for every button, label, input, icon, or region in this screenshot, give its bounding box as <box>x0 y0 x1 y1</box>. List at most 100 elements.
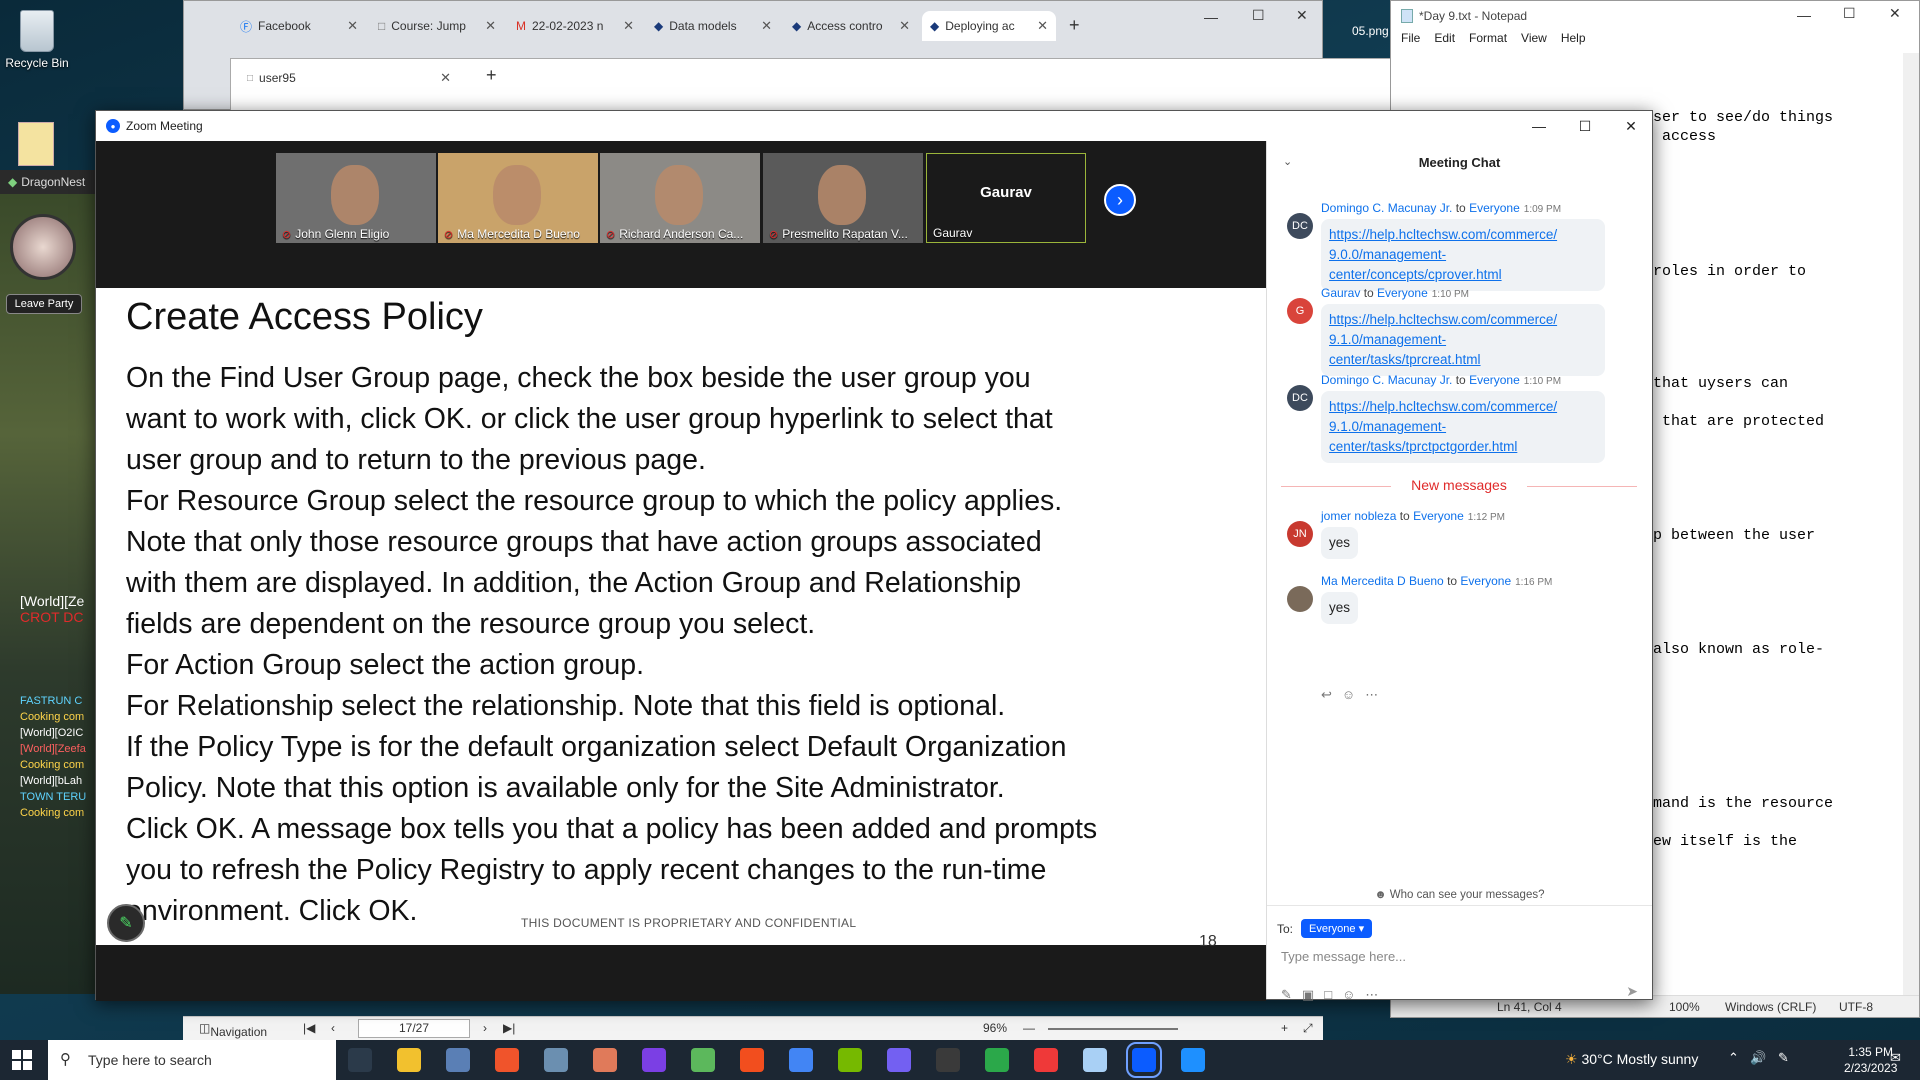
message-link[interactable]: https://help.hcltechsw.com/commerce/9.0.… <box>1329 227 1557 282</box>
zoom-maximize-button[interactable]: ☐ <box>1562 111 1608 141</box>
browser-maximize-button[interactable]: ☐ <box>1252 7 1265 24</box>
zoom-close-button[interactable]: ✕ <box>1608 111 1654 141</box>
browser-minimize-button[interactable]: — <box>1204 9 1218 25</box>
participant-video[interactable]: ⊘ Richard Anderson Ca... <box>600 153 760 243</box>
close-icon[interactable]: ✕ <box>347 18 358 34</box>
zoom-in-icon[interactable]: + <box>1281 1021 1288 1035</box>
last-page-icon[interactable]: ▶| <box>503 1021 515 1035</box>
page-number-field[interactable]: 17/27 <box>358 1019 470 1038</box>
photos-icon[interactable] <box>1181 1048 1205 1072</box>
participant-video[interactable]: ⊘ Presmelito Rapatan V... <box>763 153 923 243</box>
app-icon[interactable] <box>1083 1048 1107 1072</box>
intellij-icon[interactable] <box>642 1048 666 1072</box>
browser-tab[interactable]: ◆ Deploying ac ✕ <box>922 11 1056 41</box>
start-button[interactable] <box>12 1050 32 1070</box>
file-explorer-icon[interactable] <box>397 1048 421 1072</box>
annotate-button[interactable]: ✎ <box>107 904 145 942</box>
chat-message-input[interactable]: Type message here... <box>1281 949 1406 964</box>
zoom-meeting-window[interactable]: ● Zoom Meeting — ☐ ✕ › ⊘ John Glenn Eligi… <box>95 110 1654 1003</box>
screenshot-icon[interactable]: ▣ <box>1302 987 1314 1003</box>
notepad-menu-item[interactable]: Help <box>1561 31 1586 51</box>
notepad-minimize-button[interactable]: — <box>1797 7 1811 23</box>
game-window[interactable]: Leave Party [World][Ze CROT DC FASTRUN C Co… <box>0 194 95 994</box>
figma-icon[interactable] <box>740 1048 764 1072</box>
notifications-icon[interactable]: ✉ <box>1890 1050 1901 1066</box>
participant-video[interactable]: ⊘ John Glenn Eligio <box>276 153 436 243</box>
second-browser-window[interactable]: □ user95 ✕ + <box>230 58 1475 118</box>
browser-tab[interactable]: M 22-02-2023 n ✕ <box>508 11 642 41</box>
message-time: 1:16 PM <box>1515 577 1553 588</box>
reply-icon[interactable]: ↩ <box>1321 687 1332 703</box>
new-tab-button-2[interactable]: + <box>486 65 497 86</box>
notepad-scrollbar[interactable] <box>1903 53 1919 997</box>
task-view-icon[interactable] <box>348 1048 372 1072</box>
diamond-icon: ◆ <box>792 19 802 33</box>
browser-tab[interactable]: Ⓕ Facebook ✕ <box>232 11 366 41</box>
participant-video[interactable]: Gaurav Gaurav <box>926 153 1086 243</box>
close-icon[interactable]: ✕ <box>899 18 910 34</box>
browser-tab[interactable]: □ Course: Jump ✕ <box>370 11 504 41</box>
zoom-slider[interactable] <box>1048 1028 1178 1030</box>
who-can-see-link[interactable]: ☻ Who can see your messages? <box>1267 889 1652 901</box>
navigation-button[interactable]: ◫ Navigation <box>199 1021 267 1039</box>
picture-icon[interactable] <box>544 1048 568 1072</box>
desktop-file-icon[interactable] <box>18 122 54 166</box>
notepad-menu-item[interactable]: View <box>1521 31 1547 51</box>
zoom-minimize-button[interactable]: — <box>1516 111 1562 141</box>
taskbar-search[interactable]: ⚲ Type here to search <box>48 1040 336 1080</box>
more-icon[interactable]: ⋯ <box>1365 987 1378 1003</box>
emoji-react-icon[interactable]: ☺ <box>1342 687 1355 703</box>
volume-icon[interactable]: 🔊 <box>1750 1050 1766 1066</box>
pdf-zoom-level[interactable]: 96% <box>983 1021 1007 1035</box>
chevron-up-icon[interactable]: ⌃ <box>1728 1050 1739 1066</box>
viber-icon[interactable] <box>887 1048 911 1072</box>
tab-user95[interactable]: □ user95 ✕ <box>239 63 459 93</box>
notepad-close-button[interactable]: ✕ <box>1889 5 1901 22</box>
file-icon[interactable]: □ <box>1324 987 1332 1003</box>
zoom-title: Zoom Meeting <box>126 119 203 133</box>
prev-page-icon[interactable]: ‹ <box>331 1021 335 1035</box>
vivaldi-icon[interactable] <box>1034 1048 1058 1072</box>
zoom-icon[interactable] <box>1126 1042 1162 1078</box>
notepad-menu-item[interactable]: Edit <box>1434 31 1455 51</box>
send-icon[interactable]: ➤ <box>1626 983 1638 1000</box>
first-page-icon[interactable]: |◀ <box>303 1021 315 1035</box>
chrome-icon[interactable] <box>789 1048 813 1072</box>
app-icon[interactable] <box>593 1048 617 1072</box>
zoom-out-icon[interactable]: — <box>1023 1021 1035 1035</box>
brave-icon[interactable] <box>495 1048 519 1072</box>
new-tab-button[interactable]: + <box>1069 15 1080 36</box>
message-link[interactable]: https://help.hcltechsw.com/commerce/9.1.… <box>1329 312 1557 367</box>
more-icon[interactable]: ⋯ <box>1365 687 1378 703</box>
dragonnest-bar[interactable]: ◆ DragonNest <box>0 170 95 194</box>
browser-tab[interactable]: ◆ Access contro ✕ <box>784 11 918 41</box>
close-icon[interactable]: ✕ <box>761 18 772 34</box>
fullscreen-icon[interactable]: ⤢ <box>1303 1021 1313 1036</box>
close-icon[interactable]: ✕ <box>1037 18 1048 34</box>
obs-icon[interactable] <box>936 1048 960 1072</box>
message-link[interactable]: https://help.hcltechsw.com/commerce/9.1.… <box>1329 399 1557 454</box>
leave-party-button[interactable]: Leave Party <box>6 294 82 314</box>
notepad-menu-item[interactable]: File <box>1401 31 1420 51</box>
browser-tab[interactable]: ◆ Data models ✕ <box>646 11 780 41</box>
recipient-dropdown[interactable]: Everyone ▾ <box>1301 919 1373 938</box>
browser-close-button[interactable]: ✕ <box>1296 7 1308 24</box>
recycle-bin-shortcut[interactable]: Recycle Bin <box>0 10 74 70</box>
notepad-maximize-button[interactable]: ☐ <box>1843 5 1856 22</box>
weather-widget[interactable]: ☀ 30°C Mostly sunny <box>1565 1051 1698 1068</box>
edge-icon[interactable] <box>985 1048 1009 1072</box>
notepad-icon[interactable] <box>691 1048 715 1072</box>
notepad-menu-item[interactable]: Format <box>1469 31 1507 51</box>
format-text-icon[interactable]: ✎ <box>1281 987 1292 1003</box>
next-participants-button[interactable]: › <box>1104 184 1136 216</box>
close-icon[interactable]: ✕ <box>440 70 451 86</box>
nvidia-icon[interactable] <box>838 1048 862 1072</box>
close-icon[interactable]: ✕ <box>485 18 496 34</box>
close-icon[interactable]: ✕ <box>623 18 634 34</box>
participant-video[interactable]: ⊘ Ma Mercedita D Bueno <box>438 153 598 243</box>
app-icon[interactable] <box>446 1048 470 1072</box>
next-page-icon[interactable]: › <box>483 1021 487 1035</box>
pencil-icon: ✎ <box>119 915 133 932</box>
emoji-icon[interactable]: ☺ <box>1342 987 1355 1003</box>
pen-icon[interactable]: ✎ <box>1778 1050 1789 1066</box>
